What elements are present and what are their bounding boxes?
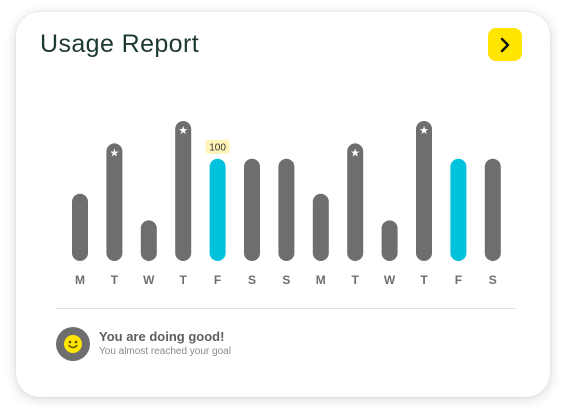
- chart-bar[interactable]: [106, 143, 123, 261]
- status-subtitle: You almost reached your goal: [99, 346, 231, 357]
- x-tick-label: T: [352, 273, 360, 287]
- status-title: You are doing good!: [99, 329, 225, 344]
- chart-bar[interactable]: [140, 220, 157, 261]
- chart-bar[interactable]: [244, 158, 260, 261]
- usage-report-card: Usage Report M ★ T W ★ T F S S M ★ T W ★ T F S 100 You ar…: [16, 12, 550, 397]
- x-tick-label: F: [214, 273, 221, 287]
- star-icon: ★: [350, 146, 360, 159]
- star-icon: ★: [419, 124, 429, 137]
- chart-bar[interactable]: [347, 143, 364, 261]
- chart-bar[interactable]: [312, 193, 329, 261]
- smiley-icon: [64, 335, 82, 353]
- chart-bar[interactable]: [175, 121, 192, 261]
- x-tick-label: S: [248, 273, 256, 287]
- x-tick-label: W: [384, 273, 396, 287]
- avatar: [56, 327, 90, 361]
- x-tick-label: S: [489, 273, 497, 287]
- x-tick-label: M: [75, 273, 85, 287]
- x-tick-label: T: [180, 273, 188, 287]
- chart-bar[interactable]: [450, 158, 467, 261]
- x-tick-label: M: [316, 273, 326, 287]
- page-title: Usage Report: [40, 30, 200, 58]
- x-tick-label: T: [420, 273, 428, 287]
- chart-bar[interactable]: [484, 158, 501, 261]
- chart-bar[interactable]: [416, 121, 432, 261]
- data-label-text: 100: [209, 142, 226, 153]
- next-button[interactable]: [488, 28, 522, 61]
- chart-bar[interactable]: [278, 158, 295, 261]
- chart-bar[interactable]: [381, 220, 398, 261]
- chart-bar[interactable]: [72, 193, 88, 261]
- status-message: You are doing good! You almost reached y…: [56, 324, 516, 364]
- chart-bar[interactable]: [209, 158, 226, 261]
- chevron-right-icon: [500, 37, 510, 52]
- divider: [56, 308, 516, 309]
- x-tick-label: T: [111, 273, 119, 287]
- x-tick-label: S: [282, 273, 290, 287]
- star-icon: ★: [109, 146, 119, 159]
- usage-bar-chart: M ★ T W ★ T F S S M ★ T W ★ T F S 100: [72, 121, 501, 287]
- data-label: 100: [205, 139, 230, 154]
- x-tick-label: W: [143, 273, 155, 287]
- x-tick-label: F: [455, 273, 462, 287]
- star-icon: ★: [178, 124, 188, 137]
